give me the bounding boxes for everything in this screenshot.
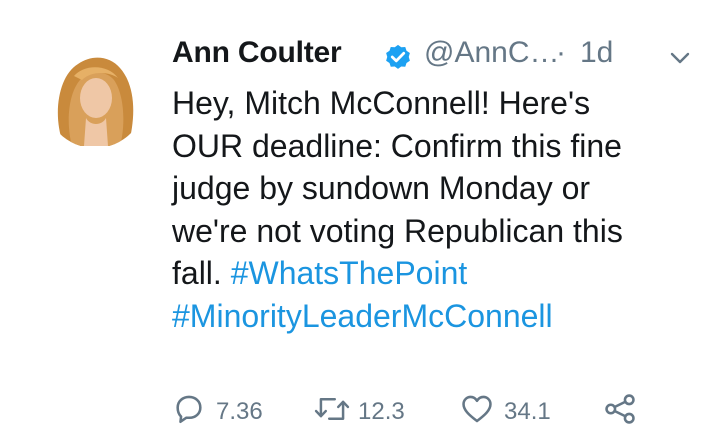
- share-icon: [605, 394, 635, 424]
- like-count: 34.1: [504, 398, 551, 425]
- retweet-icon: [314, 398, 350, 420]
- tweet-text-line: #MinorityLeaderMcConnell: [172, 295, 712, 338]
- avatar[interactable]: [44, 46, 146, 148]
- hashtag-link[interactable]: #MinorityLeaderMcConnell: [172, 298, 553, 334]
- timestamp[interactable]: 1d: [580, 36, 613, 70]
- hashtag-link[interactable]: #WhatsThePoint: [231, 255, 468, 291]
- verified-badge-icon: [383, 43, 413, 73]
- display-name[interactable]: Ann Coulter: [172, 36, 342, 70]
- tweet-text-line: judge by sundown Monday or: [172, 170, 591, 206]
- user-handle[interactable]: @AnnC…: [424, 36, 560, 70]
- chevron-down-icon[interactable]: [668, 46, 692, 70]
- tweet-text-line: we're not voting Republican this: [172, 212, 623, 249]
- tweet-text: Hey, Mitch McConnell! Here's OUR deadlin…: [172, 82, 712, 337]
- like-button[interactable]: 34.1: [460, 392, 580, 432]
- tweet-actions: 7.36 12.3 34.1: [172, 392, 712, 432]
- tweet-text-line-with-hashtag: fall. #WhatsThePoint: [172, 252, 712, 295]
- tweet-text-line: OUR deadline: Confirm this fine: [172, 127, 622, 164]
- avatar-photo: [44, 46, 146, 148]
- reply-button[interactable]: 7.36: [172, 392, 282, 432]
- reply-icon: [176, 395, 202, 424]
- tweet-text-fragment: fall.: [172, 255, 231, 291]
- retweet-count: 12.3: [358, 398, 405, 425]
- tweet-header: Ann Coulter @AnnC… · 1d: [172, 32, 712, 84]
- share-button[interactable]: [602, 392, 642, 432]
- reply-count: 7.36: [216, 398, 263, 425]
- heart-icon: [462, 395, 492, 423]
- tweet-text-line: Hey, Mitch McConnell! Here's: [172, 85, 591, 121]
- separator-dot: ·: [556, 36, 566, 69]
- tweet-card[interactable]: Ann Coulter @AnnC… · 1d Hey, Mitch McCon…: [0, 0, 720, 425]
- retweet-button[interactable]: 12.3: [314, 392, 434, 432]
